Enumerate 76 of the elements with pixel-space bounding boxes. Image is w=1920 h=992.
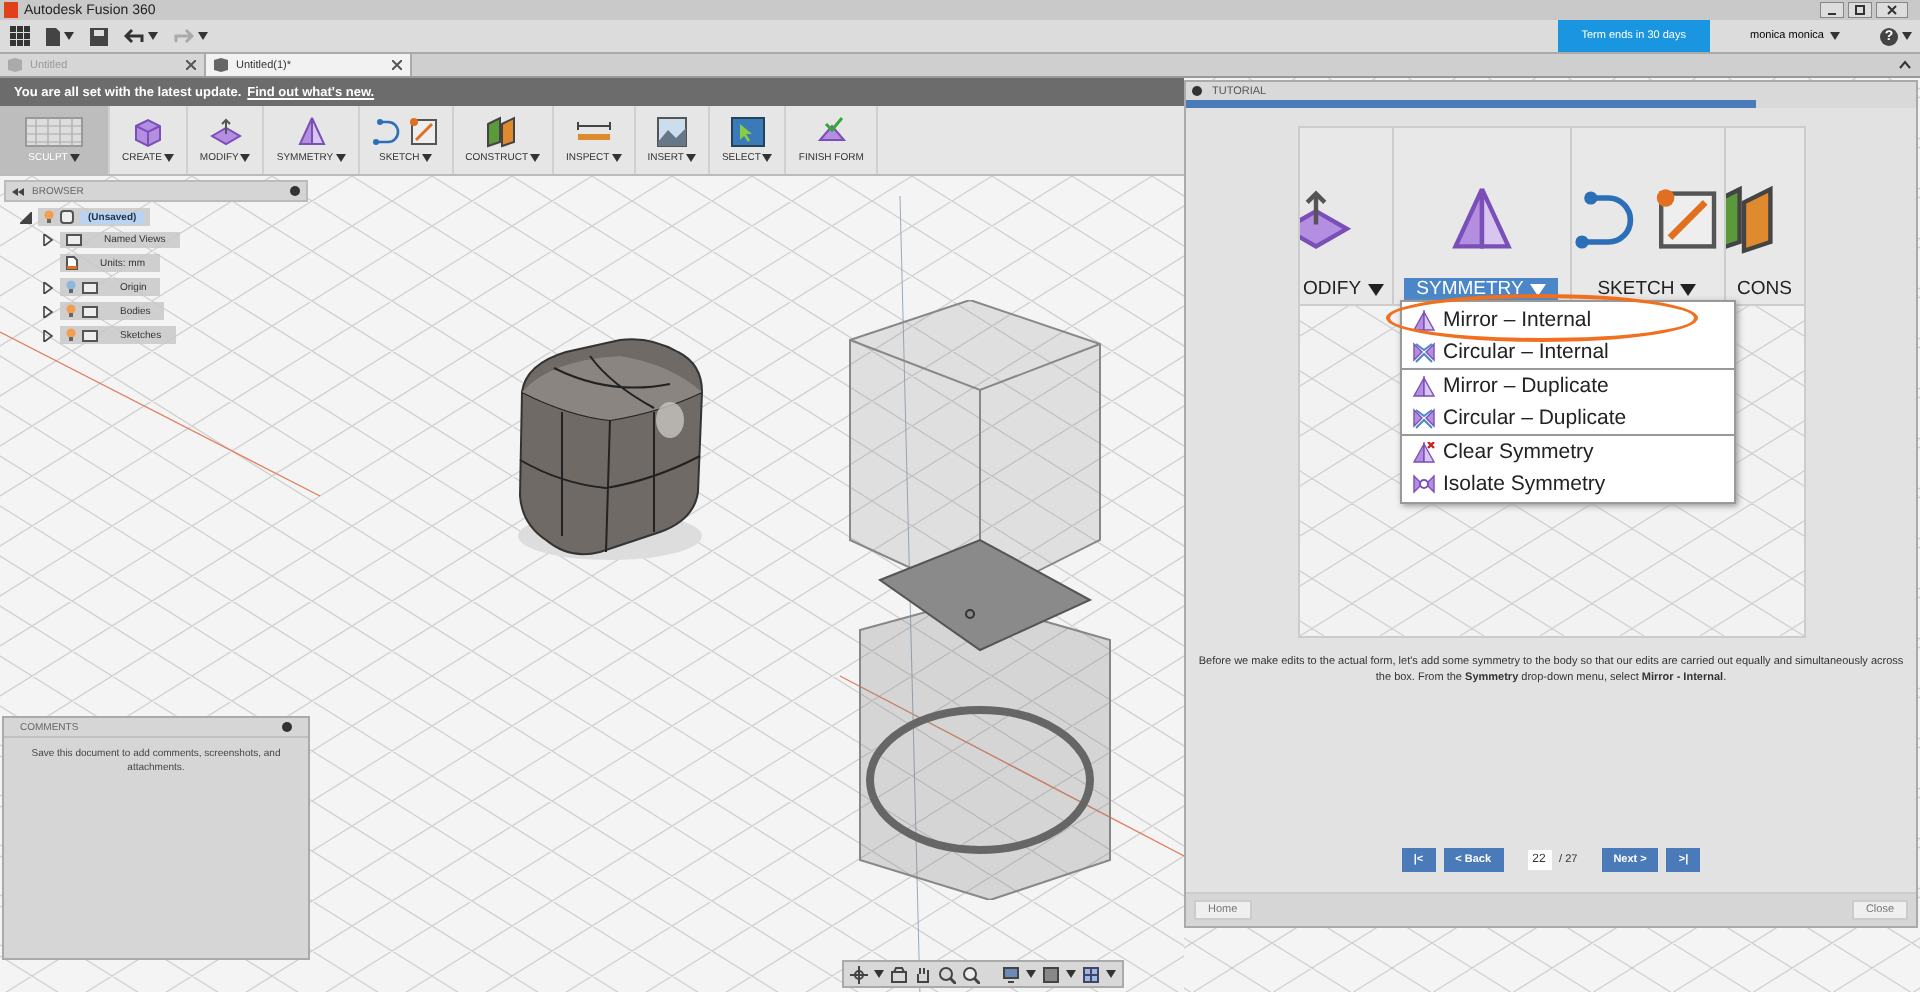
- ribbon-tab[interactable]: CONS: [1725, 278, 1803, 300]
- ribbon-tab[interactable]: SYMMETRY: [1404, 278, 1558, 300]
- caret-icon: [148, 32, 158, 40]
- pan-hand-icon[interactable]: [914, 965, 932, 983]
- zoom-window-icon[interactable]: [962, 965, 980, 983]
- caret-icon: [1367, 283, 1384, 295]
- component-icon: [214, 58, 228, 72]
- collapse-icon[interactable]: [1898, 60, 1912, 70]
- sketch-curve-icon: [371, 116, 440, 148]
- mesh-grid-icon: [24, 116, 84, 148]
- caret-icon: [530, 154, 541, 162]
- menu-item[interactable]: Mirror – Internal: [1443, 308, 1592, 332]
- mirror-icon: [1411, 375, 1435, 397]
- menu-item[interactable]: Clear Symmetry: [1443, 440, 1594, 464]
- caret-icon: [163, 154, 174, 162]
- orbit-icon[interactable]: [850, 965, 868, 983]
- circular-pattern-icon: [1411, 407, 1435, 429]
- caret-icon: [1680, 283, 1697, 295]
- undo-icon[interactable]: [124, 28, 144, 44]
- image-icon: [655, 116, 688, 148]
- folder-icon: [66, 234, 82, 246]
- select-cursor-icon: [729, 116, 766, 148]
- component-icon: [8, 58, 22, 72]
- collapse-panel-icon[interactable]: [12, 187, 24, 195]
- caret-icon: [685, 154, 696, 162]
- caret-icon: [1529, 283, 1546, 295]
- restore-icon[interactable]: [1848, 2, 1872, 18]
- lightbulb-icon[interactable]: [44, 210, 54, 224]
- caret-icon: [198, 32, 208, 40]
- caret-icon: [611, 154, 622, 162]
- caret-icon: [240, 154, 251, 162]
- zoom-icon[interactable]: [938, 965, 956, 983]
- isolate-symmetry-icon: [1411, 473, 1435, 495]
- ribbon-tab[interactable]: ODIFY: [1299, 278, 1388, 300]
- expand-arrow-icon[interactable]: [42, 281, 54, 293]
- menu-item[interactable]: Circular – Duplicate: [1443, 406, 1627, 430]
- camera-icon[interactable]: [890, 965, 908, 983]
- symmetry-plane-icon: [295, 116, 327, 148]
- expand-arrow-icon[interactable]: [42, 305, 54, 317]
- mirror-icon: [1411, 309, 1435, 331]
- menu-item[interactable]: Mirror – Duplicate: [1443, 374, 1609, 398]
- ribbon-tab[interactable]: SKETCH: [1585, 278, 1709, 300]
- expand-arrow-icon[interactable]: [42, 329, 54, 341]
- caret-icon: [1106, 970, 1116, 978]
- caret-icon: [762, 154, 773, 162]
- grid-icon[interactable]: [1082, 965, 1100, 983]
- file-icon[interactable]: [46, 27, 60, 45]
- cube-icon: [131, 116, 164, 148]
- lightbulb-icon[interactable]: [66, 304, 76, 318]
- lightbulb-icon[interactable]: [66, 280, 76, 294]
- caret-icon: [64, 32, 74, 40]
- caret-icon: [1902, 32, 1912, 40]
- caret-icon: [69, 154, 80, 162]
- display-settings-icon[interactable]: [1002, 965, 1020, 983]
- visual-style-icon[interactable]: [1042, 965, 1060, 983]
- caret-icon: [1066, 970, 1076, 978]
- expand-arrow-icon[interactable]: [20, 211, 32, 223]
- caret-icon: [1830, 32, 1840, 40]
- menu-item[interactable]: Isolate Symmetry: [1443, 472, 1606, 496]
- caret-icon: [1026, 970, 1036, 978]
- component-icon: [60, 210, 74, 224]
- plane-icon: [484, 116, 521, 148]
- app-logo-icon: [4, 2, 18, 18]
- caret-icon: [421, 154, 432, 162]
- document-icon: [66, 256, 78, 270]
- menu-item[interactable]: Circular – Internal: [1443, 340, 1609, 364]
- modify-surface-icon: [209, 116, 242, 148]
- app-grid-icon[interactable]: [10, 26, 30, 46]
- lightbulb-icon[interactable]: [66, 328, 76, 342]
- caret-icon: [874, 970, 884, 978]
- caret-icon: [335, 154, 346, 162]
- circular-pattern-icon: [1411, 341, 1435, 363]
- save-icon[interactable]: [90, 27, 108, 45]
- minimize-icon[interactable]: [1820, 2, 1844, 18]
- expand-arrow-icon[interactable]: [42, 234, 54, 246]
- clear-symmetry-icon: [1411, 441, 1435, 463]
